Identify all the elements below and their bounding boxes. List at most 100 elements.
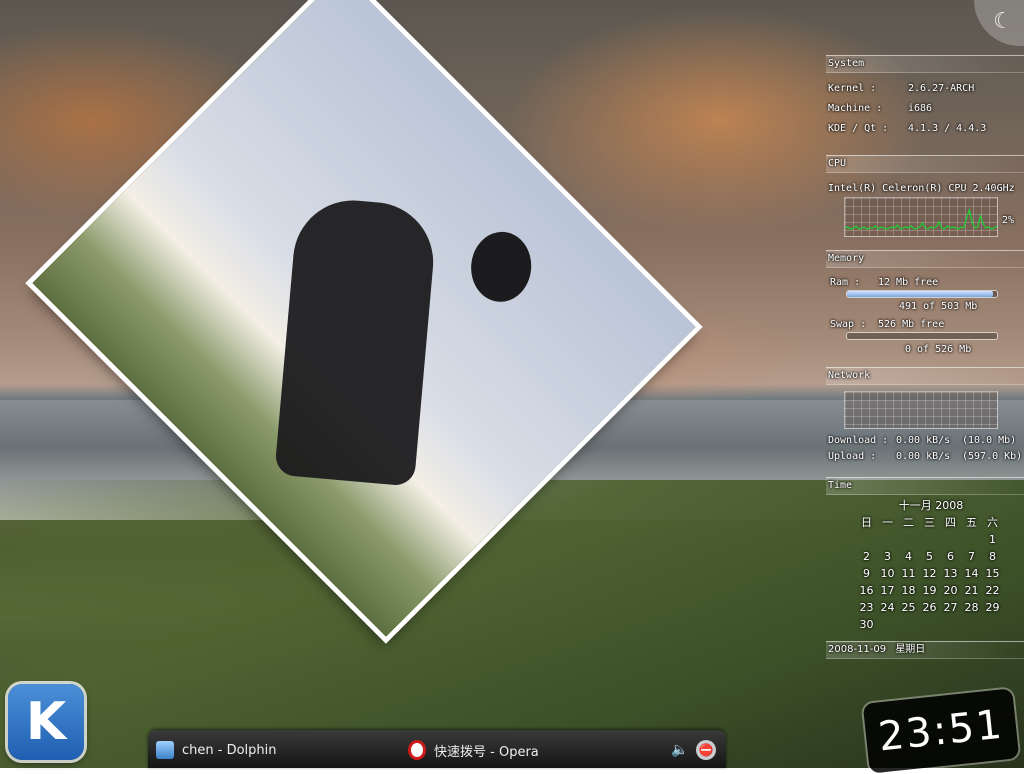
calendar-day[interactable]: 21 bbox=[961, 582, 982, 599]
calendar-day bbox=[898, 531, 919, 548]
network-graph bbox=[844, 391, 998, 429]
calendar-day[interactable]: 26 bbox=[919, 599, 940, 616]
calendar-day[interactable]: 16 bbox=[856, 582, 877, 599]
cpu-usage: 2% bbox=[1002, 215, 1015, 226]
upload-total: (597.0 Kb) bbox=[962, 451, 1023, 462]
date-bar: 2008-11-09 星期日 bbox=[826, 641, 1024, 659]
calendar-day[interactable]: 12 bbox=[919, 565, 940, 582]
date-value: 2008-11-09 bbox=[828, 644, 887, 655]
clock-time: 23:51 bbox=[876, 701, 1006, 761]
calendar-day[interactable]: 24 bbox=[877, 599, 898, 616]
calendar-day[interactable]: 20 bbox=[940, 582, 961, 599]
photo-head bbox=[468, 229, 535, 305]
calendar-day[interactable]: 30 bbox=[856, 616, 877, 633]
calendar-month: 十一月 2008 bbox=[898, 499, 964, 512]
task-dolphin[interactable]: chen - Dolphin bbox=[156, 738, 277, 762]
download-label: Download : bbox=[828, 435, 889, 446]
calendar-weekday: 五 bbox=[966, 516, 977, 529]
calendar: 十一月 2008 日一二三四五六 1 2 3 4 5 6 7 8 9 10 11 12 13 14 15 16… bbox=[856, 498, 1006, 633]
upload-rate: 0.00 kB/s bbox=[896, 451, 951, 462]
ram-bar bbox=[846, 290, 998, 298]
calendar-days: 1 2 3 4 5 6 7 8 9 10 11 12 13 14 15 16 17 18 19 20 21 22 23 24 2… bbox=[856, 531, 1006, 633]
system-section: System Kernel : 2.6.27-ARCH Machine : i6… bbox=[826, 55, 1024, 134]
cpu-section-title: CPU bbox=[826, 155, 1024, 173]
network-section: Network Download : 0.00 kB/s (10.0 Mb) U… bbox=[826, 367, 1024, 462]
cpu-usage-polyline bbox=[844, 207, 998, 230]
volume-icon[interactable]: 🔈 bbox=[670, 740, 690, 760]
kernel-value: 2.6.27-ARCH bbox=[908, 83, 975, 94]
cpu-model: Intel(R) Celeron(R) CPU 2.40GHz bbox=[828, 183, 1015, 194]
calendar-weekday: 三 bbox=[924, 516, 935, 529]
time-section: Time 十一月 2008 日一二三四五六 1 2 3 4 5 6 7 8 9 10 11 12 13 1… bbox=[826, 477, 1024, 659]
network-status-icon[interactable]: ⛔ bbox=[696, 740, 716, 760]
task-dolphin-label: chen - Dolphin bbox=[182, 742, 277, 758]
calendar-day[interactable]: 5 bbox=[919, 548, 940, 565]
dolphin-file-manager-icon bbox=[156, 741, 174, 759]
calendar-day[interactable]: 15 bbox=[982, 565, 1003, 582]
calendar-day bbox=[919, 531, 940, 548]
cashew-icon: ☾ bbox=[993, 8, 1013, 34]
swap-bar bbox=[846, 332, 998, 340]
calendar-day[interactable]: 17 bbox=[877, 582, 898, 599]
calendar-day[interactable]: 3 bbox=[877, 548, 898, 565]
calendar-weekday: 六 bbox=[987, 516, 998, 529]
calendar-day[interactable]: 22 bbox=[982, 582, 1003, 599]
calendar-day[interactable]: 13 bbox=[940, 565, 961, 582]
swap-usage: 0 of 526 Mb bbox=[905, 344, 972, 355]
network-section-title: Network bbox=[826, 367, 1024, 385]
ram-free: 12 Mb free bbox=[878, 277, 939, 288]
calendar-day bbox=[940, 531, 961, 548]
kde-qt-value: 4.1.3 / 4.4.3 bbox=[908, 123, 987, 134]
ram-bar-fill bbox=[847, 291, 994, 297]
swap-label: Swap : bbox=[830, 319, 867, 330]
calendar-day bbox=[856, 531, 877, 548]
kde-logo-icon: K bbox=[25, 692, 67, 752]
system-section-title: System bbox=[826, 55, 1024, 73]
calendar-weekday: 二 bbox=[903, 516, 914, 529]
cpu-graph bbox=[844, 197, 998, 237]
calendar-weekday: 四 bbox=[945, 516, 956, 529]
opera-icon bbox=[408, 740, 426, 760]
kde-qt-label: KDE / Qt : bbox=[828, 123, 889, 134]
taskbar: chen - Dolphin 快速拨号 - Opera 🔈 ⛔ bbox=[148, 730, 726, 768]
upload-label: Upload : bbox=[828, 451, 877, 462]
calendar-day[interactable]: 19 bbox=[919, 582, 940, 599]
calendar-day bbox=[961, 531, 982, 548]
calendar-day[interactable]: 28 bbox=[961, 599, 982, 616]
ram-usage: 491 of 503 Mb bbox=[899, 301, 978, 312]
task-opera[interactable]: 快速拨号 - Opera bbox=[408, 738, 539, 762]
machine-value: i686 bbox=[908, 103, 933, 114]
machine-label: Machine : bbox=[828, 103, 883, 114]
calendar-day[interactable]: 6 bbox=[940, 548, 961, 565]
calendar-day[interactable]: 18 bbox=[898, 582, 919, 599]
calendar-day[interactable]: 10 bbox=[877, 565, 898, 582]
memory-section-title: Memory bbox=[826, 250, 1024, 268]
calendar-weekday: 一 bbox=[882, 516, 893, 529]
calendar-day[interactable]: 25 bbox=[898, 599, 919, 616]
swap-free: 526 Mb free bbox=[878, 319, 945, 330]
kde-application-launcher[interactable]: K bbox=[8, 684, 84, 760]
task-opera-label: 快速拨号 - Opera bbox=[434, 744, 539, 760]
calendar-day[interactable]: 14 bbox=[961, 565, 982, 582]
weekday-value: 星期日 bbox=[895, 644, 926, 655]
calendar-day[interactable]: 9 bbox=[856, 565, 877, 582]
calendar-day[interactable]: 1 bbox=[982, 531, 1003, 548]
calendar-day[interactable]: 23 bbox=[856, 599, 877, 616]
download-rate: 0.00 kB/s bbox=[896, 435, 951, 446]
calendar-day[interactable]: 27 bbox=[940, 599, 961, 616]
calendar-day[interactable]: 7 bbox=[961, 548, 982, 565]
kernel-label: Kernel : bbox=[828, 83, 877, 94]
calendar-day bbox=[877, 531, 898, 548]
photo-silhouette bbox=[274, 195, 439, 487]
calendar-day[interactable]: 2 bbox=[856, 548, 877, 565]
time-section-title: Time bbox=[826, 477, 1024, 495]
cpu-usage-line bbox=[844, 207, 998, 230]
calendar-day[interactable]: 4 bbox=[898, 548, 919, 565]
system-tray: 🔈 ⛔ bbox=[670, 736, 722, 764]
calendar-weekdays: 日一二三四五六 bbox=[856, 514, 1006, 531]
calendar-day[interactable]: 29 bbox=[982, 599, 1003, 616]
calendar-day[interactable]: 11 bbox=[898, 565, 919, 582]
ram-label: Ram : bbox=[830, 277, 861, 288]
calendar-day[interactable]: 8 bbox=[982, 548, 1003, 565]
cpu-section: CPU Intel(R) Celeron(R) CPU 2.40GHz 2% bbox=[826, 155, 1024, 237]
